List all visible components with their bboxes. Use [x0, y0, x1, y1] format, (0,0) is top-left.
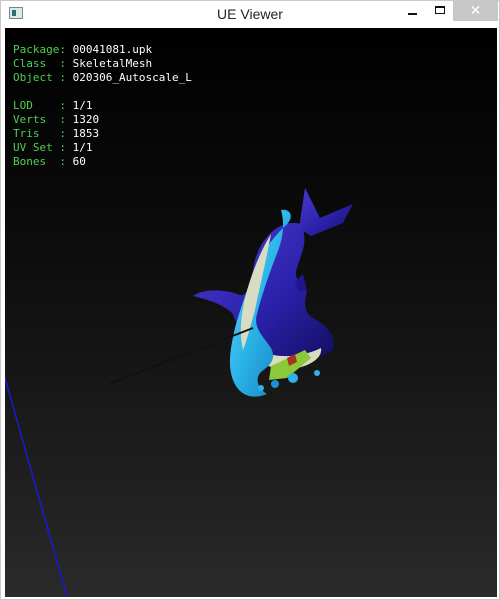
tris-value: 1853 — [72, 127, 100, 140]
axis-line-blue — [5, 377, 68, 597]
class-value: SkeletalMesh — [72, 57, 153, 70]
tris-key: Tris : — [13, 127, 66, 140]
maximize-icon[interactable] — [427, 1, 455, 21]
info-block-stats: LOD : 1/1 Verts : 1320 Tris : 1853 UV Se… — [13, 99, 99, 169]
verts-value: 1320 — [72, 113, 100, 126]
close-icon[interactable]: ✕ — [453, 1, 498, 21]
lod-value: 1/1 — [72, 99, 93, 112]
title-bar[interactable]: UE Viewer ✕ — [1, 1, 499, 28]
bones-key: Bones : — [13, 155, 66, 168]
object-value: 020306_Autoscale_L — [72, 71, 192, 84]
mesh-tail — [299, 188, 353, 236]
bubble-1 — [288, 373, 298, 383]
package-key: Package: — [13, 43, 66, 56]
lod-key: LOD : — [13, 99, 66, 112]
package-value: 00041081.upk — [72, 43, 153, 56]
bubble-2 — [314, 370, 320, 376]
class-key: Class : — [13, 57, 66, 70]
verts-key: Verts : — [13, 113, 66, 126]
minimize-icon[interactable] — [399, 1, 427, 21]
object-key: Object : — [13, 71, 66, 84]
3d-viewport[interactable]: Package: 00041081.upk Class : SkeletalMe… — [5, 28, 497, 597]
uvset-value: 1/1 — [72, 141, 93, 154]
uvset-key: UV Set : — [13, 141, 66, 154]
bubble-3 — [271, 380, 279, 388]
bubble-4 — [258, 385, 264, 391]
app-window: UE Viewer ✕ Package: 00041081.upk Class … — [0, 0, 500, 600]
info-block-asset: Package: 00041081.upk Class : SkeletalMe… — [13, 43, 192, 85]
bones-value: 60 — [72, 155, 86, 168]
